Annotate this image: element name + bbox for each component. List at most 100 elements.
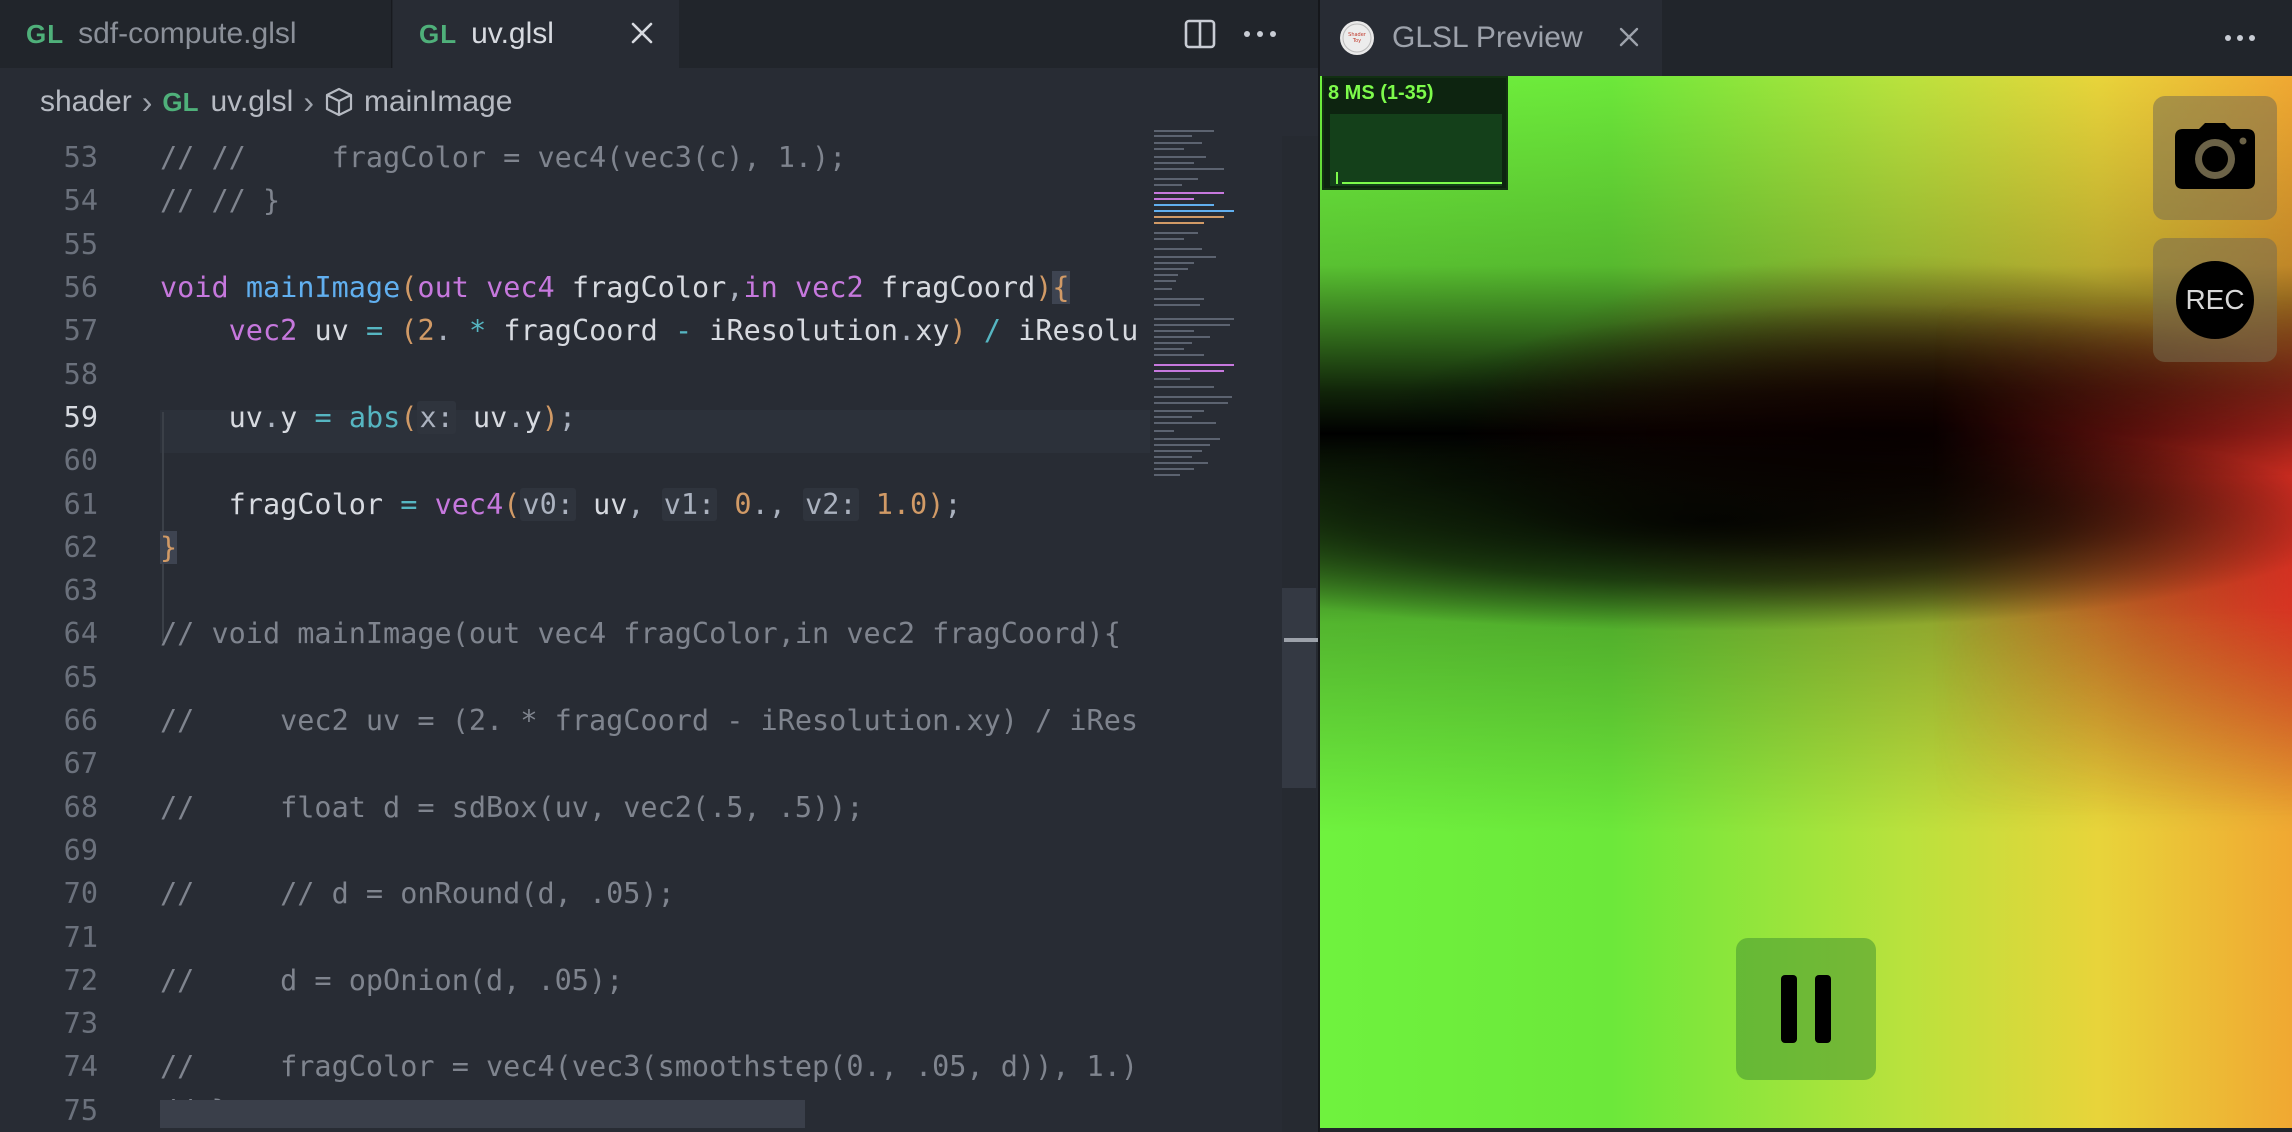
line-number: 69 [63, 833, 98, 867]
code-line[interactable]: 56 void mainImage(out vec4 fragColor,in … [0, 266, 1150, 309]
line-text: // float d = sdBox(uv, vec2(.5, .5)); [160, 790, 864, 824]
code-line[interactable]: 66 // vec2 uv = (2. * fragCoord - iResol… [0, 699, 1150, 742]
pause-button[interactable] [1736, 938, 1876, 1080]
breadcrumb: shader › GL uv.glsl › mainImage [0, 68, 1318, 136]
line-number: 73 [63, 1007, 98, 1041]
line-text: // void mainImage(out vec4 fragColor,in … [160, 617, 1121, 651]
frame-time-label: 8 MS (1-35) [1328, 82, 1434, 104]
editor-group: GL sdf-compute.glsl GL uv.glsl shader › … [0, 0, 1318, 1132]
line-number: 64 [63, 617, 98, 651]
line-text: // // fragColor = vec4(vec3(c), 1.); [160, 141, 847, 175]
scrollbar-thumb[interactable] [1282, 588, 1316, 788]
code-line[interactable]: 54 // // } [0, 179, 1150, 222]
code-line[interactable]: 73 [0, 1002, 1150, 1045]
line-number: 61 [63, 487, 98, 521]
fps-stats-panel: 8 MS (1-35) [1322, 76, 1508, 190]
code-line[interactable]: 63 [0, 569, 1150, 612]
line-text: } [160, 530, 178, 564]
pause-icon [1781, 975, 1797, 1043]
line-number: 74 [63, 1050, 98, 1084]
line-number: 58 [63, 357, 98, 391]
line-text: // vec2 uv = (2. * fragCoord - iResoluti… [160, 704, 1139, 738]
tab-label: GLSL Preview [1392, 21, 1583, 54]
code-line[interactable]: 69 [0, 829, 1150, 872]
line-text: fragColor = vec4(v0: uv, v1: 0., v2: 1.0… [228, 487, 962, 521]
line-text: uv.y = abs(x: uv.y); [228, 400, 576, 434]
code-line[interactable]: 57 vec2 uv = (2. * fragCoord - iResoluti… [0, 309, 1150, 352]
shadertoy-logo-icon: Shader Toy [1340, 21, 1374, 55]
line-number: 66 [63, 704, 98, 738]
more-horizontal-icon[interactable] [2220, 18, 2260, 58]
close-icon[interactable] [1614, 22, 1644, 52]
code-line[interactable]: 61 fragColor = vec4(v0: uv, v1: 0., v2: … [0, 482, 1150, 525]
breadcrumb-file[interactable]: uv.glsl [211, 85, 294, 119]
preview-tab-bar: Shader Toy GLSL Preview [1320, 0, 2292, 76]
code-line[interactable]: 70 // // d = onRound(d, .05); [0, 872, 1150, 915]
glsl-file-icon: GL [26, 18, 65, 49]
cursor-position-marker [1284, 638, 1318, 642]
canvas-gradient-dark [1320, 406, 2292, 636]
glsl-file-icon: GL [419, 18, 458, 49]
line-number: 56 [63, 271, 98, 305]
line-number: 72 [63, 963, 98, 997]
close-icon[interactable] [627, 18, 657, 48]
line-text: // // d = onRound(d, .05); [160, 877, 675, 911]
code-line[interactable]: 65 [0, 656, 1150, 699]
tab-label: uv.glsl [471, 17, 554, 50]
line-number: 59 [63, 400, 98, 434]
line-number: 60 [63, 444, 98, 478]
line-number: 71 [63, 920, 98, 954]
minimap[interactable] [1150, 126, 1280, 506]
preview-group: Shader Toy GLSL Preview 8 MS (1-35) REC [1320, 0, 2292, 1132]
line-number: 70 [63, 877, 98, 911]
horizontal-scrollbar-thumb[interactable] [160, 1100, 805, 1128]
line-number: 55 [63, 227, 98, 261]
pause-icon [1815, 975, 1831, 1043]
line-number: 54 [63, 184, 98, 218]
record-button[interactable]: REC [2153, 238, 2277, 362]
line-number: 62 [63, 530, 98, 564]
code-line[interactable]: 58 [0, 353, 1150, 396]
split-editor-icon[interactable] [1180, 14, 1220, 54]
editor-tab-bar: GL sdf-compute.glsl GL uv.glsl [0, 0, 1318, 68]
code-line[interactable]: 67 [0, 742, 1150, 785]
line-number: 75 [63, 1093, 98, 1127]
line-number: 65 [63, 660, 98, 694]
line-text: // // } [160, 184, 281, 218]
line-text: // d = opOnion(d, .05); [160, 963, 624, 997]
svg-text:Toy: Toy [1352, 38, 1361, 44]
line-number: 57 [63, 314, 98, 348]
code-line[interactable]: 64 // void mainImage(out vec4 fragColor,… [0, 612, 1150, 655]
line-text: void mainImage(out vec4 fragColor,in vec… [160, 271, 1070, 305]
tab-uv[interactable]: GL uv.glsl [393, 0, 679, 68]
cube-symbol-icon [324, 86, 354, 118]
code-line[interactable]: 62 } [0, 526, 1150, 569]
frame-time-graph [1330, 114, 1502, 186]
record-label: REC [2176, 261, 2254, 339]
code-line[interactable]: 72 // d = opOnion(d, .05); [0, 959, 1150, 1002]
screenshot-button[interactable] [2153, 96, 2277, 220]
code-line[interactable]: 68 // float d = sdBox(uv, vec2(.5, .5)); [0, 786, 1150, 829]
line-number: 67 [63, 747, 98, 781]
code-line[interactable]: 53 // // fragColor = vec4(vec3(c), 1.); [0, 136, 1150, 179]
code-line[interactable]: 55 [0, 223, 1150, 266]
tab-sdf-compute[interactable]: GL sdf-compute.glsl [0, 0, 392, 68]
code-editor[interactable]: 53 // // fragColor = vec4(vec3(c), 1.); … [0, 136, 1150, 1132]
tab-label: sdf-compute.glsl [78, 17, 297, 50]
code-line[interactable]: 74 // fragColor = vec4(vec3(smoothstep(0… [0, 1045, 1150, 1088]
breadcrumb-folder[interactable]: shader [40, 85, 132, 119]
code-line[interactable]: 71 [0, 915, 1150, 958]
shader-canvas[interactable]: 8 MS (1-35) REC [1320, 76, 2292, 1128]
code-line[interactable]: 60 [0, 439, 1150, 482]
tab-glsl-preview[interactable]: Shader Toy GLSL Preview [1320, 0, 1662, 76]
chevron-right-icon: › [303, 83, 314, 120]
line-number: 53 [63, 141, 98, 175]
chevron-right-icon: › [141, 83, 153, 120]
glsl-file-icon: GL [162, 86, 199, 117]
camera-icon [2175, 122, 2255, 194]
code-line-active[interactable]: 59 uv.y = abs(x: uv.y); [0, 396, 1150, 439]
more-horizontal-icon[interactable] [1240, 14, 1280, 54]
line-text: vec2 uv = (2. * fragCoord - iResolution.… [228, 314, 1139, 348]
breadcrumb-symbol[interactable]: mainImage [364, 85, 512, 119]
line-number: 68 [63, 790, 98, 824]
